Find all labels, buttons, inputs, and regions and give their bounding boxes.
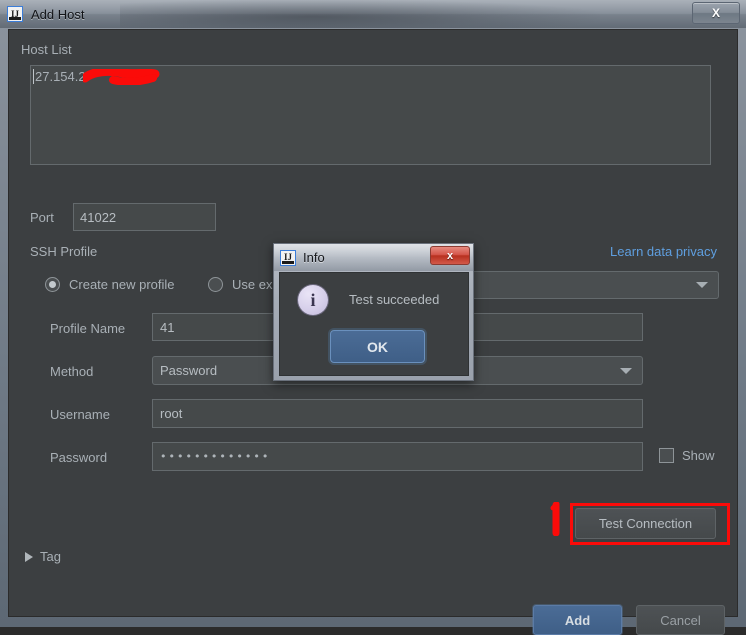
username-label: Username — [50, 407, 110, 422]
info-dialog: IJ Info x i Test succeeded OK — [273, 243, 474, 381]
chevron-down-icon — [620, 367, 632, 374]
info-dialog-ok-button[interactable]: OK — [330, 330, 425, 363]
password-label: Password — [50, 450, 108, 465]
window-title: Add Host — [31, 6, 85, 22]
add-button[interactable]: Add — [533, 605, 622, 635]
intellij-idea-icon: IJ — [280, 249, 296, 266]
redaction-scribble-icon — [83, 69, 160, 85]
radio-create-new-profile[interactable]: Create new profile — [45, 277, 175, 292]
intellij-idea-icon: IJ — [7, 6, 23, 22]
host-list-textarea[interactable]: 27.154.2 — [30, 65, 711, 165]
radio-use-existing-profile[interactable]: Use exi — [208, 277, 275, 292]
show-password-checkbox[interactable]: Show — [659, 448, 715, 463]
info-circle-icon: i — [298, 285, 328, 315]
port-label: Port — [30, 210, 54, 225]
learn-data-privacy-link[interactable]: Learn data privacy — [610, 244, 717, 259]
info-dialog-message: Test succeeded — [349, 292, 440, 307]
method-value: Password — [160, 363, 218, 378]
ssh-profile-label: SSH Profile — [30, 244, 98, 259]
info-dialog-close-button[interactable]: x — [430, 246, 470, 265]
radio-button-empty-icon — [208, 277, 223, 292]
username-input[interactable]: root — [152, 399, 643, 428]
tag-section-toggle[interactable]: Tag — [25, 549, 61, 564]
port-input[interactable]: 41022 — [73, 203, 216, 231]
info-dialog-titlebar: IJ Info x — [274, 244, 473, 271]
password-input[interactable]: ••••••••••••• — [152, 442, 643, 471]
tag-label: Tag — [40, 549, 61, 564]
show-password-label: Show — [682, 448, 715, 463]
cancel-button[interactable]: Cancel — [636, 605, 725, 635]
password-masked-value: ••••••••••••• — [160, 450, 271, 463]
radio-create-new-profile-label: Create new profile — [69, 277, 175, 292]
chevron-right-icon — [25, 551, 33, 562]
radio-button-filled-icon — [45, 277, 60, 292]
chevron-down-icon — [696, 282, 708, 288]
info-dialog-title: Info — [303, 250, 325, 265]
method-label: Method — [50, 364, 94, 379]
profile-name-label: Profile Name — [50, 321, 126, 336]
window-close-button[interactable]: X — [692, 2, 740, 24]
radio-use-existing-profile-label: Use exi — [232, 277, 276, 292]
host-list-label: Host List — [21, 42, 72, 57]
host-list-value: 27.154.2 — [35, 69, 86, 84]
window-titlebar: IJ Add Host X — [0, 0, 746, 28]
text-caret — [33, 69, 34, 84]
annotation-step-one-marker — [550, 502, 560, 536]
add-host-window: IJ Add Host X Host List 27.154.2 Port 41… — [0, 0, 746, 635]
checkbox-empty-icon — [659, 448, 674, 463]
test-connection-button[interactable]: Test Connection — [575, 508, 716, 539]
info-dialog-body: i Test succeeded OK — [279, 272, 469, 376]
